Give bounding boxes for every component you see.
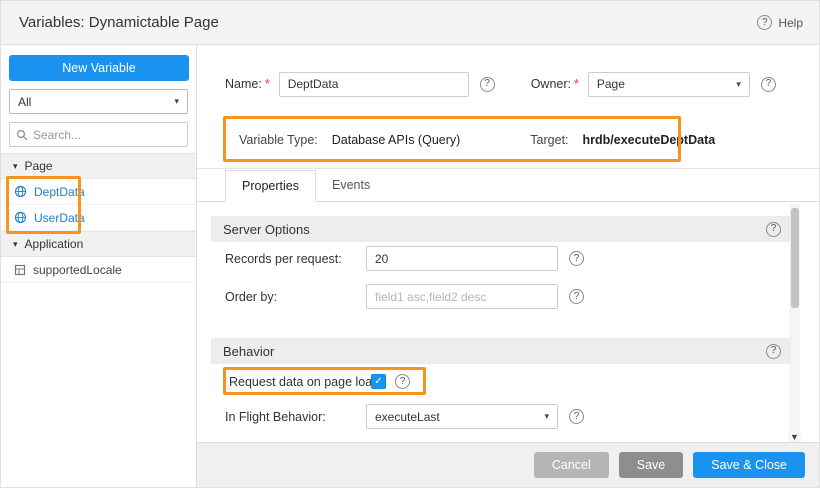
- orderby-label: Order by:: [225, 290, 277, 304]
- tree-item-label: DeptData: [34, 185, 85, 199]
- help-icon: ?: [757, 15, 772, 30]
- required-mark: *: [574, 77, 579, 91]
- help-icon[interactable]: ?: [569, 289, 584, 304]
- chevron-down-icon: ▾: [174, 97, 179, 106]
- records-per-request-row: Records per request: ?: [225, 246, 805, 272]
- inflight-select-value: executeLast: [375, 410, 440, 424]
- required-mark: *: [265, 77, 270, 91]
- model-variable-icon: [14, 264, 26, 276]
- help-icon[interactable]: ?: [480, 77, 495, 92]
- tree-expanded-icon: ▾: [13, 162, 18, 171]
- tree-expanded-icon: ▾: [13, 240, 18, 249]
- search-icon: [16, 129, 28, 141]
- variable-type-row: Variable Type: Database APIs (Query) Tar…: [239, 133, 715, 147]
- tab-bar: Properties Events: [197, 169, 820, 202]
- tree-section-page[interactable]: ▾ Page: [1, 153, 196, 179]
- help-button[interactable]: ? Help: [757, 15, 803, 30]
- search-box: [9, 122, 188, 147]
- help-label: Help: [778, 16, 803, 30]
- chevron-down-icon: ▾: [736, 80, 741, 89]
- save-button[interactable]: Save: [619, 452, 684, 478]
- tree-item-label: supportedLocale: [33, 263, 122, 277]
- filter-select[interactable]: All ▾: [9, 89, 188, 114]
- service-variable-icon: [14, 185, 27, 198]
- behavior-header: Behavior ?: [211, 338, 791, 364]
- name-input[interactable]: [279, 72, 469, 97]
- orderby-input[interactable]: [366, 284, 558, 309]
- help-icon[interactable]: ?: [766, 222, 781, 237]
- dialog-footer: Cancel Save Save & Close: [197, 442, 820, 487]
- save-and-close-button[interactable]: Save & Close: [693, 452, 805, 478]
- variables-tree: ▾ Page DeptData UserData ▾ Application: [1, 153, 196, 283]
- page-title: Variables: Dynamictable Page: [19, 14, 219, 31]
- target-value: hrdb/executeDeptData: [583, 133, 716, 147]
- target-label: Target:: [530, 133, 568, 147]
- inflight-behavior-row: In Flight Behavior: executeLast ▾ ?: [225, 404, 805, 430]
- service-variable-icon: [14, 211, 27, 224]
- name-label: Name:: [225, 77, 262, 91]
- scrollbar-thumb[interactable]: [791, 208, 799, 308]
- tree-item-userdata[interactable]: UserData: [1, 205, 196, 231]
- cancel-button[interactable]: Cancel: [534, 452, 609, 478]
- tree-section-label: Page: [25, 159, 53, 173]
- help-icon[interactable]: ?: [766, 344, 781, 359]
- tree-item-label: UserData: [34, 211, 85, 225]
- server-options-header: Server Options ?: [211, 216, 791, 242]
- inflight-label: In Flight Behavior:: [225, 410, 326, 424]
- tree-item-deptdata[interactable]: DeptData: [1, 179, 196, 205]
- variable-type-value: Database APIs (Query): [332, 133, 461, 147]
- sidebar: New Variable All ▾ ▾ Page DeptData: [1, 45, 197, 488]
- dialog-header: Variables: Dynamictable Page ? Help: [1, 1, 820, 45]
- tree-item-supportedlocale[interactable]: supportedLocale: [1, 257, 196, 283]
- new-variable-button[interactable]: New Variable: [9, 55, 189, 81]
- request-data-label: Request data on page load: [229, 375, 379, 389]
- variable-type-label: Variable Type:: [239, 133, 318, 147]
- owner-select-value: Page: [597, 77, 625, 91]
- tab-events[interactable]: Events: [316, 169, 386, 201]
- help-icon[interactable]: ?: [761, 77, 776, 92]
- tree-section-label: Application: [25, 237, 84, 251]
- request-data-row: Request data on page load ✓ ?: [229, 369, 809, 395]
- help-icon[interactable]: ?: [569, 251, 584, 266]
- search-input[interactable]: [33, 128, 181, 142]
- owner-select[interactable]: Page ▾: [588, 72, 750, 97]
- chevron-down-icon: ▾: [544, 412, 549, 421]
- order-by-row: Order by: ?: [225, 284, 805, 310]
- tree-section-application[interactable]: ▾ Application: [1, 231, 196, 257]
- variable-summary-card: Name: * ? Owner: * Page ▾ ? Variable Typ…: [197, 45, 820, 169]
- help-icon[interactable]: ?: [569, 409, 584, 424]
- main-panel: Name: * ? Owner: * Page ▾ ? Variable Typ…: [197, 45, 820, 444]
- filter-select-value: All: [18, 95, 31, 109]
- inflight-select[interactable]: executeLast ▾: [366, 404, 558, 429]
- behavior-title: Behavior: [223, 344, 274, 359]
- server-options-title: Server Options: [223, 222, 310, 237]
- request-data-checkbox[interactable]: ✓: [371, 374, 386, 389]
- owner-label: Owner:: [531, 77, 571, 91]
- variables-dialog: Variables: Dynamictable Page ? Help New …: [0, 0, 820, 488]
- records-label: Records per request:: [225, 252, 342, 266]
- help-icon[interactable]: ?: [395, 374, 410, 389]
- tab-properties[interactable]: Properties: [225, 170, 316, 202]
- records-input[interactable]: [366, 246, 558, 271]
- name-owner-row: Name: * ? Owner: * Page ▾ ?: [225, 71, 776, 97]
